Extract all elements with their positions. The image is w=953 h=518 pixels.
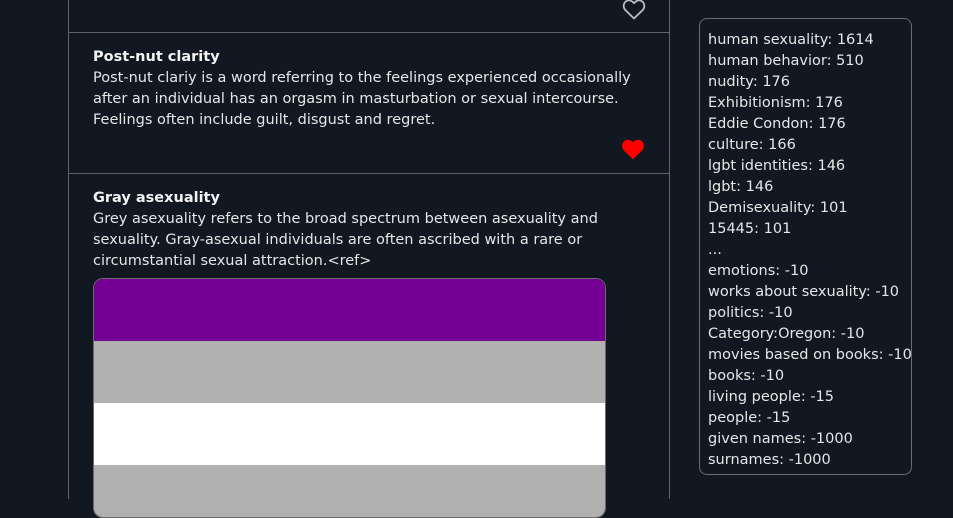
flag-stripe	[94, 341, 605, 403]
tag-score: given names: -1000	[708, 431, 853, 447]
post-body: Grey asexuality refers to the broad spec…	[93, 211, 598, 269]
tag-score: human sexuality: 1614	[708, 32, 874, 48]
tag-scores-panel: human sexuality: 1614 human behavior: 51…	[699, 18, 912, 475]
tag-score: Category:Oregon: -10	[708, 326, 865, 342]
post-card: Post-nut clarity Post-nut clariy is a wo…	[69, 33, 669, 174]
tag-score: Eddie Condon: 176	[708, 116, 846, 132]
heart-icon[interactable]	[622, 0, 646, 20]
flag-stripe	[94, 279, 605, 341]
flag-stripe	[94, 403, 605, 465]
post-title: Post-nut clarity	[93, 49, 220, 65]
tag-score: politics: -10	[708, 305, 793, 321]
tag-score: emotions: -10	[708, 263, 809, 279]
tag-score: lgbt: 146	[708, 179, 774, 195]
tag-score: living people: -15	[708, 389, 834, 405]
tag-score: surnames: -1000	[708, 452, 831, 468]
post-card	[69, 0, 669, 33]
tag-separator: ...	[708, 242, 722, 258]
tag-score: movies based on books: -10	[708, 347, 912, 363]
post-body: Post-nut clariy is a word referring to t…	[93, 70, 631, 128]
tag-score: books: -10	[708, 368, 785, 384]
tag-score: Exhibitionism: 176	[708, 95, 843, 111]
post-card: Gray asexuality Grey asexuality refers t…	[69, 174, 669, 518]
tag-score: 15445: 101	[708, 221, 792, 237]
tag-score: nudity: 176	[708, 74, 790, 90]
flag-stripe	[94, 465, 605, 517]
asexual-flag-image	[93, 278, 606, 518]
tag-score: Demisexuality: 101	[708, 200, 848, 216]
tag-score: lgbt identities: 146	[708, 158, 846, 174]
feed: Post-nut clarity Post-nut clariy is a wo…	[68, 0, 670, 518]
tag-score: culture: 166	[708, 137, 796, 153]
tag-score: works about sexuality: -10	[708, 284, 900, 300]
tag-score: people: -15	[708, 410, 791, 426]
heart-icon[interactable]	[621, 138, 645, 160]
tag-score: human behavior: 510	[708, 53, 864, 69]
post-title: Gray asexuality	[93, 190, 220, 206]
